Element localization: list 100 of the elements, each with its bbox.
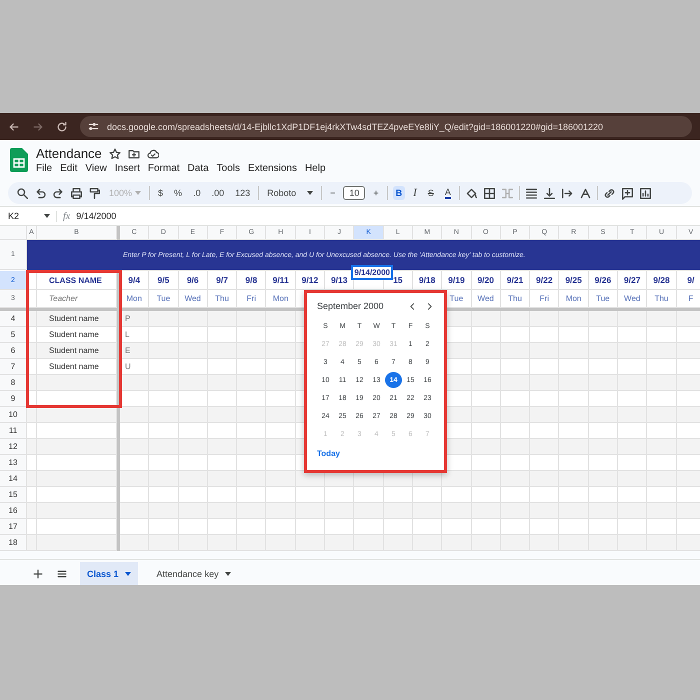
table-cell <box>384 535 413 551</box>
address-bar[interactable]: docs.google.com/spreadsheets/d/14-Ejbllc1XdP1DF1ej4rkXTw4sdTEZ4pveEYe8liY_Q/edit?gid=186001220#gid=186001220 <box>80 116 692 137</box>
toolbar-dropdown[interactable]: Roboto <box>264 186 316 200</box>
reload-icon[interactable] <box>56 120 68 132</box>
add-sheet-icon[interactable] <box>32 568 44 580</box>
strike-button[interactable]: S <box>424 186 437 200</box>
menu-item[interactable]: Format <box>148 163 180 174</box>
toolbar-button[interactable]: % <box>171 186 186 200</box>
row-header[interactable]: 9 <box>0 391 27 407</box>
row-header[interactable]: 11 <box>0 423 27 439</box>
menu-item[interactable]: Tools <box>216 163 240 174</box>
previous-month-icon[interactable] <box>408 302 417 310</box>
paint-roller-icon[interactable] <box>88 186 101 200</box>
row-header[interactable]: 16 <box>0 503 27 519</box>
forward-icon[interactable] <box>32 120 44 132</box>
cell-editor[interactable]: 9/14/2000 <box>351 265 393 280</box>
table-cell <box>149 535 179 551</box>
table-cell <box>208 375 238 391</box>
row-header[interactable]: 17 <box>0 519 27 535</box>
menu-item[interactable]: View <box>85 163 107 174</box>
table-cell <box>178 375 208 391</box>
print-icon[interactable] <box>70 186 83 200</box>
merge-cells-icon[interactable] <box>500 186 514 200</box>
toolbar-button[interactable]: − <box>327 186 338 200</box>
all-sheets-icon[interactable] <box>56 568 68 580</box>
table-cell <box>618 439 648 455</box>
row-header[interactable]: 10 <box>0 407 27 423</box>
name-box[interactable]: K2 <box>0 211 56 221</box>
row-header[interactable]: 6 <box>0 343 27 359</box>
back-icon[interactable] <box>8 120 20 132</box>
table-cell <box>588 375 618 391</box>
menu-item[interactable]: Data <box>188 163 209 174</box>
toolbar-button[interactable]: $ <box>155 186 166 200</box>
table-cell <box>237 535 266 551</box>
bold-button[interactable]: B <box>392 186 406 200</box>
table-cell <box>530 503 560 519</box>
paint-bucket-icon[interactable] <box>464 186 478 200</box>
date-cell: 9/13 <box>330 275 348 285</box>
table-cell <box>472 343 501 359</box>
menu-item[interactable]: File <box>36 163 52 174</box>
row-header[interactable]: 7 <box>0 359 27 375</box>
next-month-icon[interactable] <box>425 302 434 310</box>
table-cell <box>472 439 501 455</box>
toolbar-button[interactable]: .0 <box>190 186 204 200</box>
table-cell <box>178 407 208 423</box>
table-cell <box>149 471 179 487</box>
document-title[interactable]: Attendance <box>36 146 102 161</box>
weekday-cell: Thu <box>215 294 229 303</box>
date-cell: 9/18 <box>418 275 436 285</box>
toolbar-button[interactable]: 123 <box>232 186 254 200</box>
table-cell <box>559 311 589 327</box>
chart-icon[interactable] <box>638 186 652 200</box>
weekday-cell: F <box>688 294 694 303</box>
row-header[interactable]: 4 <box>0 311 27 327</box>
menu-item[interactable]: Edit <box>60 163 78 174</box>
row-header[interactable]: 8 <box>0 375 27 391</box>
font-size-field[interactable]: 10 <box>343 186 366 200</box>
table-cell <box>149 343 179 359</box>
row-header[interactable]: 15 <box>0 487 27 503</box>
today-button[interactable]: Today <box>317 449 340 458</box>
row-header[interactable]: 5 <box>0 327 27 343</box>
table-cell <box>500 375 530 391</box>
align-icon[interactable] <box>524 186 538 200</box>
row-header[interactable]: 14 <box>0 471 27 487</box>
vertical-align-icon[interactable] <box>542 186 556 200</box>
menu-item[interactable]: Help <box>304 163 326 174</box>
caret-icon <box>135 191 142 195</box>
date-cell: 9/19 <box>448 275 465 285</box>
formula-value[interactable]: 9/14/2000 <box>76 211 116 221</box>
cloud-icon[interactable] <box>146 148 159 160</box>
date-cell: 15 <box>393 275 403 285</box>
text-color-button[interactable]: A <box>442 186 454 200</box>
table-cell <box>618 311 648 327</box>
borders-icon[interactable] <box>482 186 496 200</box>
text-wrap-icon[interactable] <box>560 186 574 200</box>
search-icon[interactable] <box>16 186 29 200</box>
row-header[interactable]: 18 <box>0 535 27 551</box>
table-cell <box>237 407 266 423</box>
weekday-cell: Mon <box>566 294 582 303</box>
table-cell <box>178 311 208 327</box>
link-icon[interactable] <box>602 186 616 200</box>
folder-icon[interactable] <box>128 148 140 160</box>
toolbar-button[interactable]: + <box>370 186 382 200</box>
table-cell <box>384 503 413 519</box>
text-rotation-icon[interactable] <box>578 186 592 200</box>
menu-item[interactable]: Insert <box>114 163 140 174</box>
toolbar-button[interactable]: .00 <box>208 186 228 200</box>
row-header[interactable]: 13 <box>0 455 27 471</box>
table-cell <box>27 343 37 359</box>
sheet-tab[interactable]: Attendance key <box>150 562 238 585</box>
italic-button[interactable]: I <box>410 185 420 201</box>
table-cell <box>208 311 238 327</box>
sheet-tab[interactable]: Class 1 <box>80 562 138 585</box>
star-icon[interactable] <box>108 148 121 160</box>
undo-icon[interactable] <box>34 186 47 200</box>
redo-icon[interactable] <box>52 186 65 200</box>
comment-icon[interactable] <box>620 186 634 200</box>
site-info-icon[interactable] <box>88 121 99 132</box>
row-header[interactable]: 12 <box>0 439 27 455</box>
menu-item[interactable]: Extensions <box>248 163 297 174</box>
